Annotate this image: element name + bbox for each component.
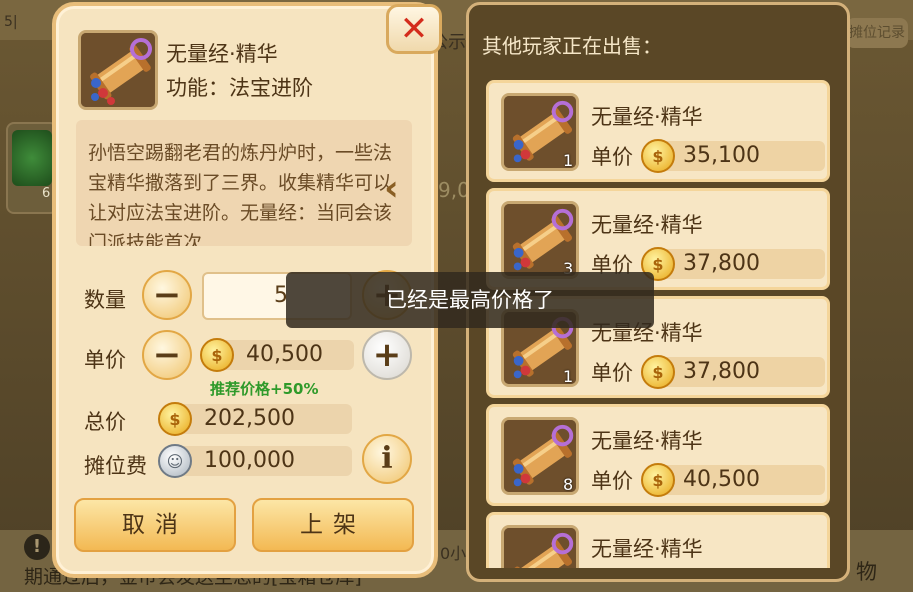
recommended-price-hint: 推荐价格+50% xyxy=(210,380,319,398)
cancel-button[interactable]: 取消 xyxy=(74,498,236,552)
item-name: 无量经·精华 xyxy=(166,42,278,66)
item-icon xyxy=(78,30,158,110)
stall-fee-label: 摊位费 xyxy=(84,454,147,478)
total-label: 总价 xyxy=(84,410,126,434)
warning-icon: ! xyxy=(24,534,50,560)
plus-icon: + xyxy=(372,335,402,375)
background-peek-text: 5| xyxy=(4,14,18,30)
scroll-icon xyxy=(81,33,155,107)
minus-icon: − xyxy=(152,335,182,375)
item-description-box[interactable]: 孙悟空踢翻老君的炼丹炉时，一些法宝精华撒落到了三界。收集精华可以让对应法宝进阶。… xyxy=(76,120,412,246)
listing-count: 1 xyxy=(563,151,574,170)
background-item-count: 6 xyxy=(42,186,51,201)
listing-name: 无量经·精华 xyxy=(591,429,703,453)
listing-price-label: 单价 xyxy=(591,361,633,385)
background-peek-text: 物 xyxy=(856,560,877,584)
listing-name: 无量经·精华 xyxy=(591,537,703,561)
listing-count: 1 xyxy=(563,367,574,386)
background-item-icon xyxy=(12,130,52,186)
total-value: 202,500 xyxy=(164,404,352,434)
silver-coin-icon: ☺ xyxy=(158,444,192,478)
gold-coin-icon: $ xyxy=(641,463,675,497)
listing-count: 8 xyxy=(563,475,574,494)
item-description: 孙悟空踢翻老君的炼丹炉时，一些法宝精华撒落到了三界。收集精华可以让对应法宝进阶。… xyxy=(88,142,393,246)
listing-name: 无量经·精华 xyxy=(591,105,703,129)
quantity-label: 数量 xyxy=(84,288,126,312)
chevron-left-icon[interactable]: ‹ xyxy=(384,168,399,209)
price-minus-button[interactable]: − xyxy=(142,330,192,380)
market-listing[interactable]: 无量经·精华 xyxy=(486,512,830,568)
quantity-minus-button[interactable]: − xyxy=(142,270,192,320)
stall-fee-value: 100,000 xyxy=(164,446,352,476)
listing-name: 无量经·精华 xyxy=(591,213,703,237)
item-function: 功能：法宝进阶 xyxy=(166,76,313,100)
price-plus-button[interactable]: + xyxy=(362,330,412,380)
market-listing[interactable]: 8 无量经·精华 单价 40,500 $ xyxy=(486,404,830,506)
list-for-sale-button[interactable]: 上架 xyxy=(252,498,414,552)
toast-message: 已经是最高价格了 xyxy=(286,272,654,328)
close-button[interactable]: ✕ xyxy=(386,4,442,54)
listing-price-label: 单价 xyxy=(591,145,633,169)
listing-price-label: 单价 xyxy=(591,469,633,493)
gold-coin-icon: $ xyxy=(200,338,234,372)
minus-icon: − xyxy=(152,275,182,315)
market-title: 其他玩家正在出售： xyxy=(482,34,662,58)
unit-price-label: 单价 xyxy=(84,348,126,372)
item-icon xyxy=(501,525,579,568)
close-icon: ✕ xyxy=(399,9,429,49)
gold-coin-icon: $ xyxy=(641,355,675,389)
gold-coin-icon: $ xyxy=(158,402,192,436)
gold-coin-icon: $ xyxy=(641,139,675,173)
market-listing[interactable]: 1 无量经·精华 单价 35,100 $ xyxy=(486,80,830,182)
background-peek-text: 0小 xyxy=(440,544,467,563)
scroll-icon xyxy=(504,528,576,568)
stall-record-button[interactable]: 摊位记录 xyxy=(846,18,908,48)
info-button[interactable]: i xyxy=(362,434,412,484)
